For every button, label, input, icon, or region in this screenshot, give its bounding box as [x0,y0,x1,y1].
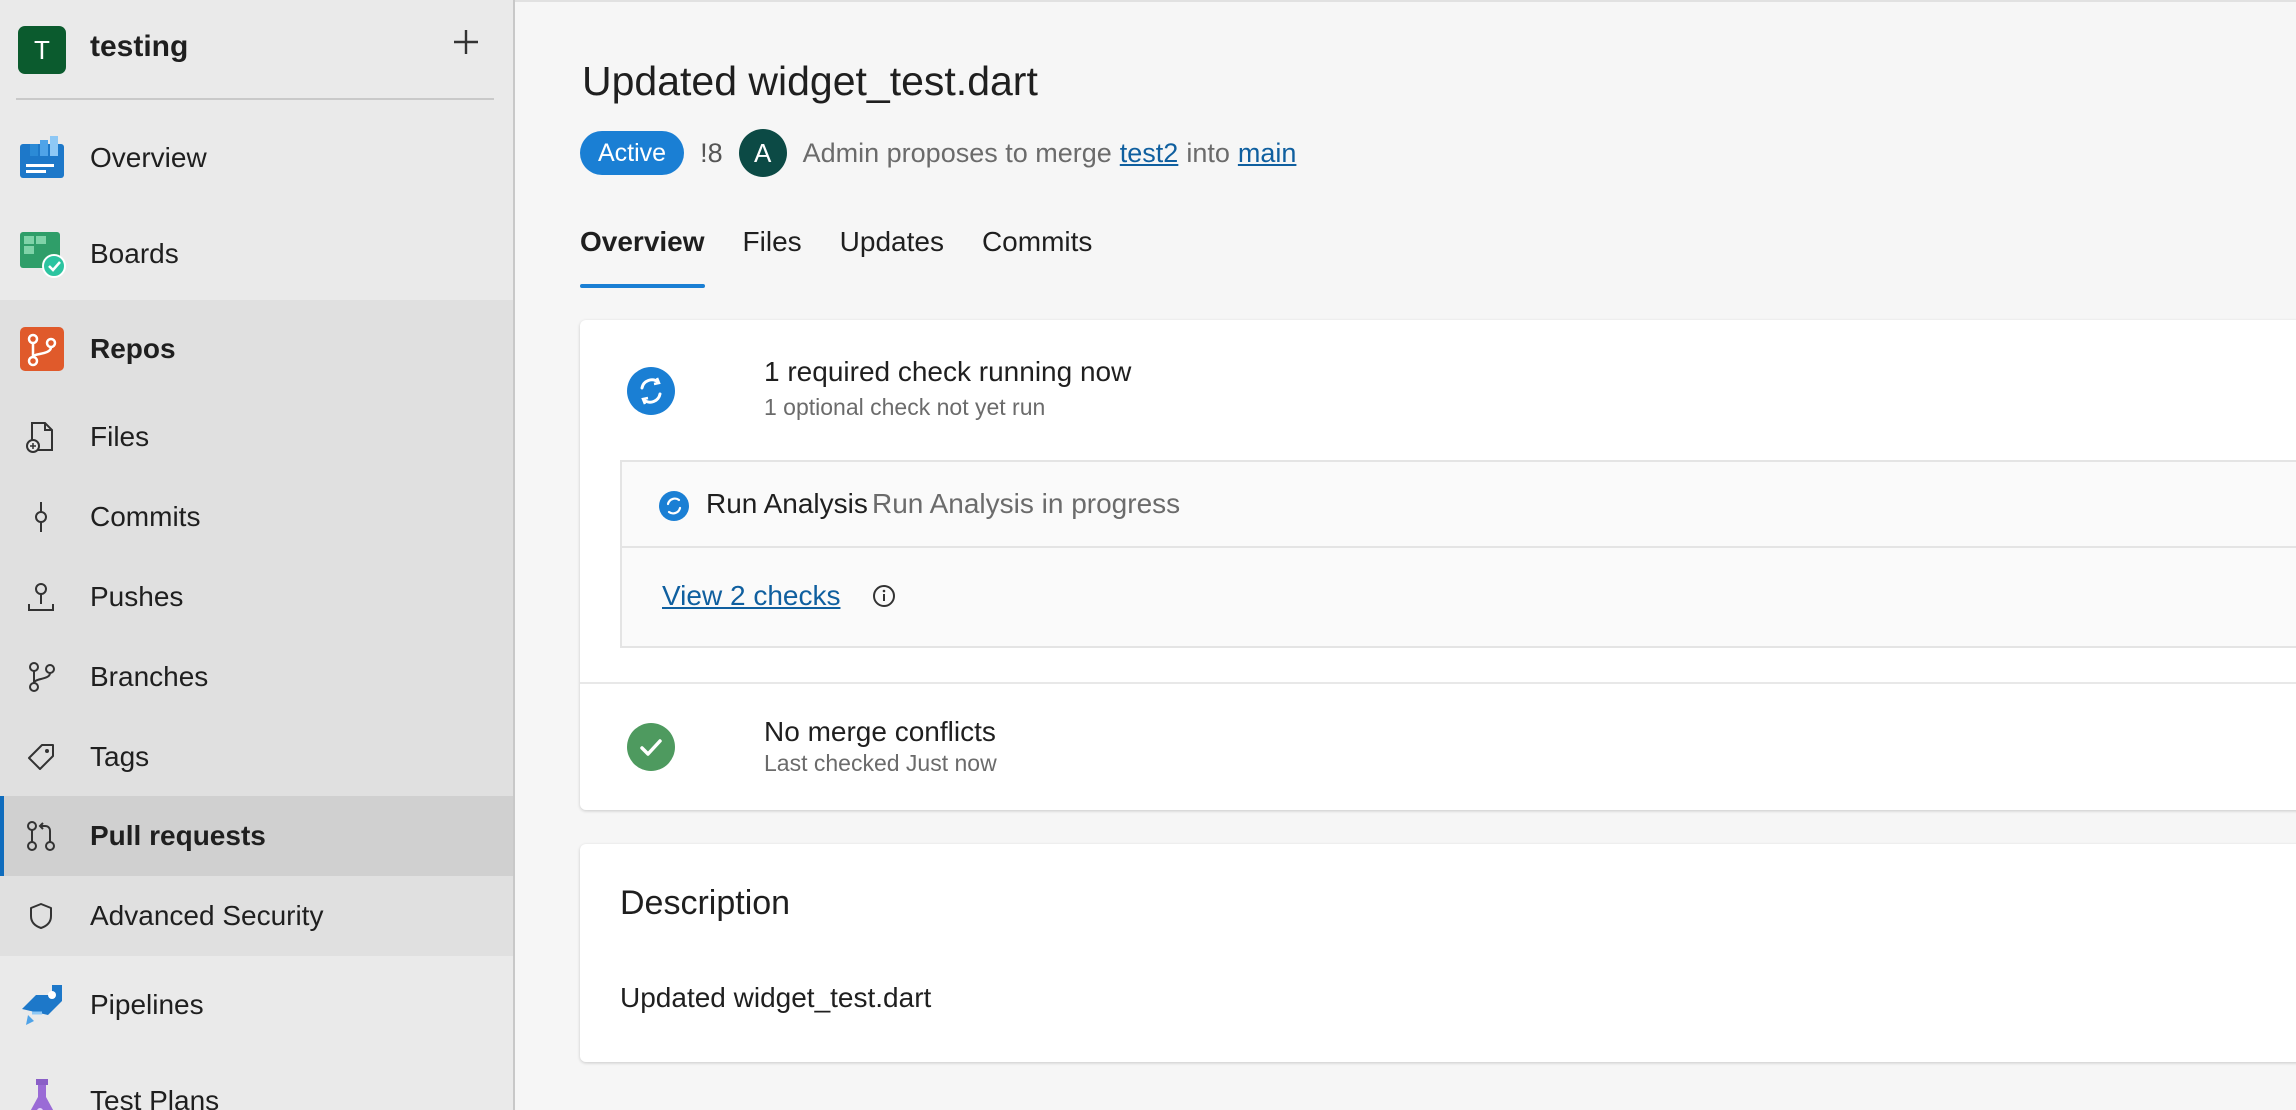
checks-card: 1 required check running now 1 optional … [580,320,2296,810]
sidebar-item-advanced-security[interactable]: Advanced Security [0,886,513,946]
target-branch-link[interactable]: main [1238,138,1297,169]
check-name: Run Analysis [706,488,868,519]
sidebar-item-label: Pull requests [90,820,266,851]
tab-updates[interactable]: Updates [840,220,944,288]
pr-meta: Active !8 A Admin proposes to merge test… [580,129,1297,177]
sidebar-item-overview[interactable]: Overview [0,124,513,192]
commit-icon [35,502,47,532]
main-content: Updated widget_test.dart Active !8 A Adm… [515,0,2296,1110]
pipelines-icon [22,985,62,1025]
sidebar-item-label: Pushes [90,581,184,612]
author-text: Admin proposes to merge [802,137,1112,168]
sidebar-item-label: Files [90,421,150,452]
sidebar-item-label: Repos [90,333,176,364]
pull-request-icon [27,821,55,851]
checks-detail: Run Analysis Run Analysis in progress Vi… [620,460,2296,648]
shield-icon [30,903,52,929]
project-header: T testing [0,0,513,100]
sidebar-item-label: Advanced Security [90,900,324,931]
in-progress-icon [627,367,675,415]
check-row[interactable]: Run Analysis Run Analysis in progress [622,462,2296,548]
divider [580,682,2296,684]
repos-icon [20,327,64,371]
sidebar-item-label: Boards [90,238,179,269]
sidebar-item-label: Tags [90,741,150,772]
tab-overview[interactable]: Overview [580,220,705,288]
files-icon [26,422,53,453]
sidebar-item-label: Test Plans [90,1085,220,1110]
sidebar-item-boards[interactable]: Boards [0,218,513,290]
sidebar-item-commits[interactable]: Commits [0,488,513,546]
sidebar-item-label: Branches [90,661,209,692]
sidebar-item-label: Overview [90,142,207,173]
merge-status-subtitle: Last checked Just now [764,750,997,776]
merge-status-title: No merge conflicts [764,716,996,747]
sidebar-item-files[interactable]: Files [0,408,513,466]
overview-icon [20,136,64,178]
pr-id: !8 [700,137,723,168]
boards-icon [20,232,66,278]
sidebar-item-branches[interactable]: Branches [0,648,513,706]
in-progress-icon [659,491,689,521]
status-badge: Active [580,131,685,175]
checks-subtitle: 1 optional check not yet run [764,394,1046,420]
description-card: Description Updated widget_test.dart [580,844,2296,1062]
check-status: Run Analysis in progress [872,488,1181,519]
tab-files[interactable]: Files [743,220,802,288]
tab-bar: Overview Files Updates Commits [580,220,1130,288]
sidebar-item-pipelines[interactable]: Pipelines [0,970,513,1040]
page-title: Updated widget_test.dart [582,58,1038,104]
tab-commits[interactable]: Commits [982,220,1092,288]
source-branch-link[interactable]: test2 [1120,138,1179,169]
checks-title: 1 required check running now [764,356,1132,387]
sidebar-item-pushes[interactable]: Pushes [0,568,513,626]
description-title: Description [620,884,791,922]
test-plans-icon [30,1079,54,1110]
view-checks-link[interactable]: View 2 checks [662,580,840,612]
tag-icon [28,744,54,770]
branch-icon [29,662,55,692]
plus-icon[interactable] [448,24,484,64]
push-icon [28,583,54,611]
avatar[interactable]: A [738,129,787,177]
sidebar-item-label: Commits [90,501,201,532]
description-body: Updated widget_test.dart [620,982,932,1013]
sidebar-item-test-plans[interactable]: Test Plans [0,1066,513,1110]
sidebar-item-pull-requests[interactable]: Pull requests [0,796,513,876]
check-success-icon [627,723,675,771]
sidebar-item-label: Pipelines [90,989,204,1020]
project-avatar: T [18,26,66,74]
sidebar: T testing Overview Boards Repos Files Co… [0,0,515,1110]
sidebar-item-tags[interactable]: Tags [0,728,513,786]
project-name[interactable]: testing [90,30,188,64]
divider [16,98,494,100]
info-icon[interactable] [872,584,896,608]
sidebar-item-repos[interactable]: Repos [0,314,513,384]
into-text: into [1186,137,1230,168]
